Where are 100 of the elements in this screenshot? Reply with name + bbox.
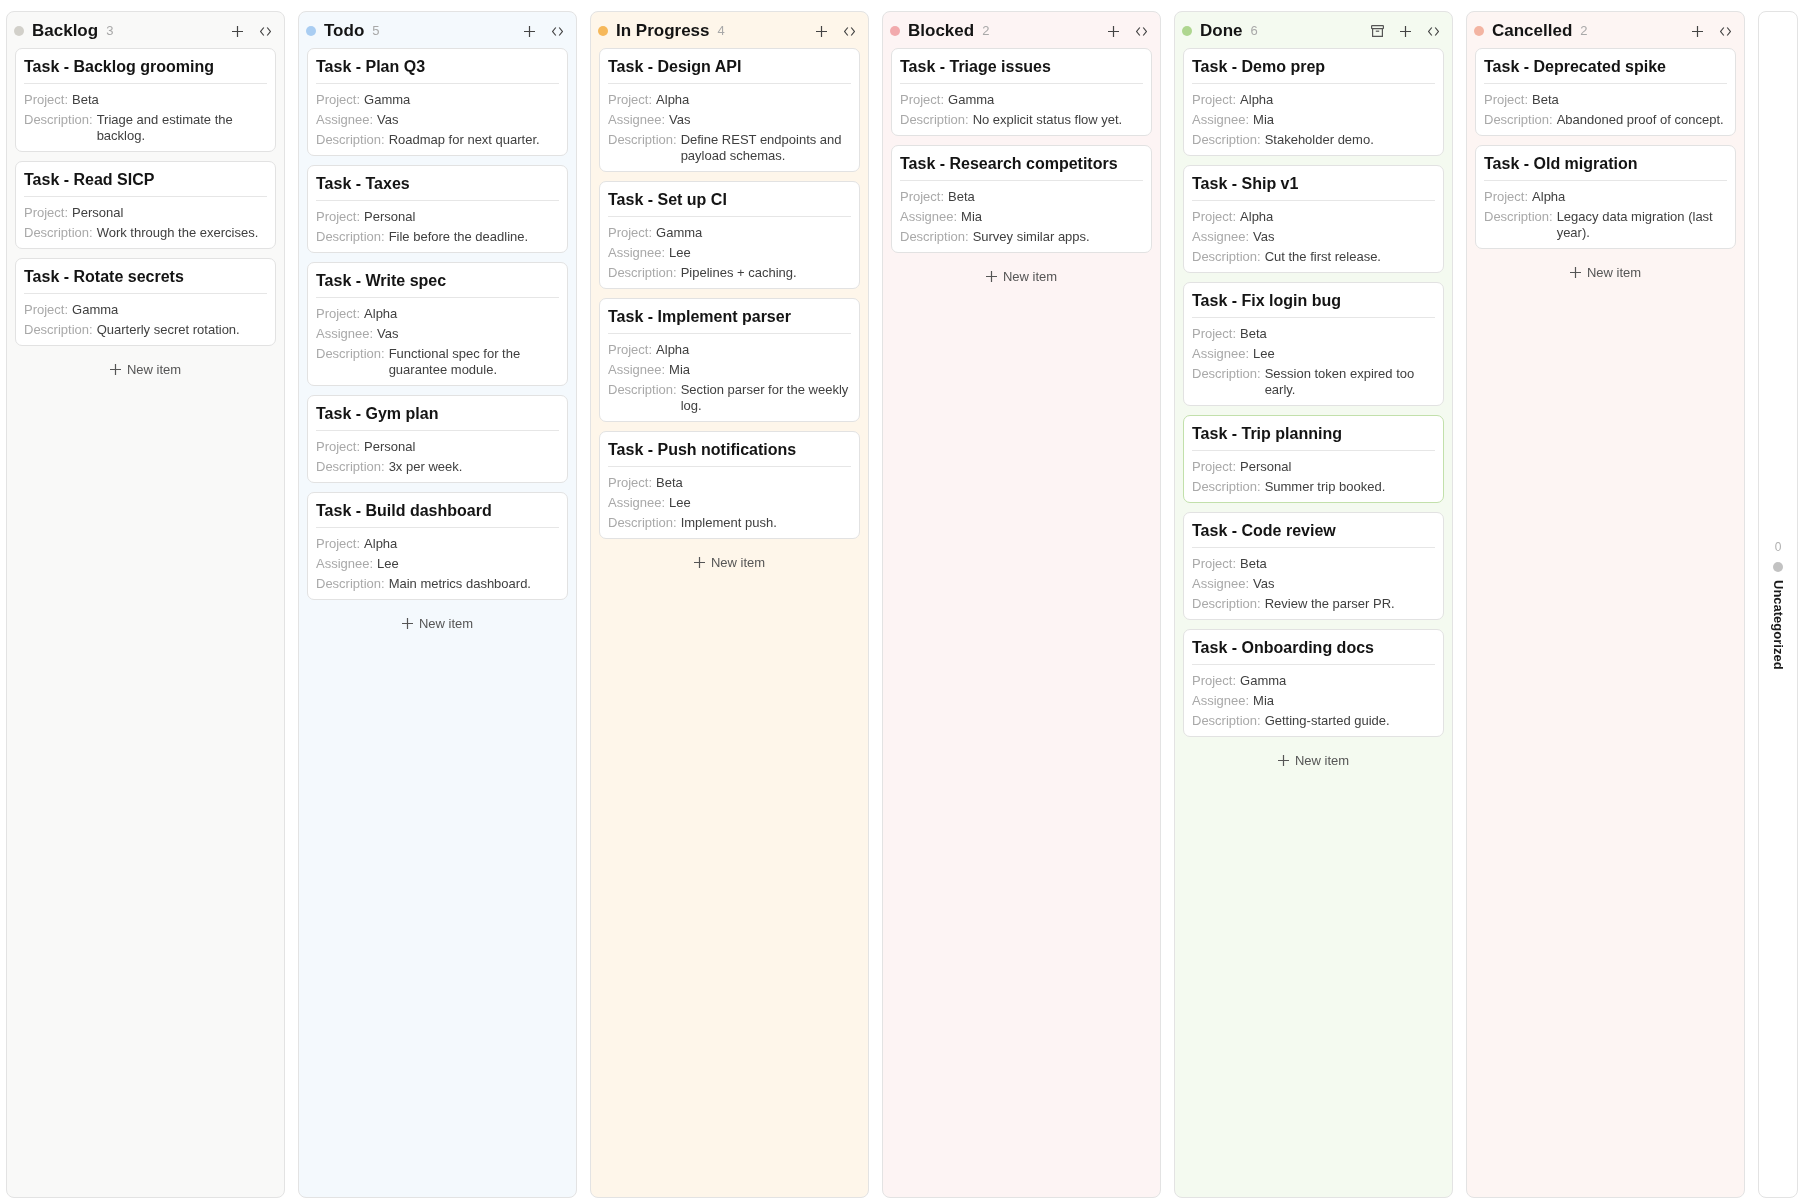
field-label: Project: bbox=[900, 92, 945, 108]
card-title: Task - Code review bbox=[1192, 521, 1337, 541]
field-value: Alpha bbox=[1240, 209, 1274, 225]
field-value: Stakeholder demo. bbox=[1264, 132, 1374, 148]
field-label: Assignee: bbox=[1192, 576, 1250, 592]
task-card[interactable]: Task - Fix login bug Project: Beta Assignee: Lee Description: Session token expired too early. bbox=[1183, 282, 1444, 406]
task-card[interactable]: Task - Implement parser Project: Alpha Assignee: Mia Description: Section parser for the weekly log. bbox=[599, 298, 860, 422]
task-card[interactable]: Task - Plan Q3 Project: Gamma Assignee: Vas Description: Roadmap for next quarter. bbox=[307, 48, 568, 156]
card-title: Task - Write spec bbox=[316, 271, 448, 291]
field-value: Personal bbox=[1240, 459, 1292, 475]
field-value: Personal bbox=[72, 205, 124, 221]
field-label: Description: bbox=[316, 346, 385, 362]
task-card[interactable]: Task - Triage issues Project: Gamma Description: No explicit status flow yet. bbox=[891, 48, 1152, 136]
task-card[interactable]: Task - Demo prep Project: Alpha Assignee: Mia Description: Stakeholder demo. bbox=[1183, 48, 1444, 156]
new-item-button[interactable]: New item bbox=[1269, 746, 1358, 774]
new-item-button[interactable]: New item bbox=[1561, 258, 1650, 286]
field-label: Assignee: bbox=[1192, 112, 1250, 128]
field-value: Getting-started guide. bbox=[1264, 713, 1390, 729]
task-card[interactable]: Task - Push notifications Project: Beta Assignee: Lee Description: Implement push. bbox=[599, 431, 860, 539]
field-value: Personal bbox=[364, 439, 416, 455]
field-label: Project: bbox=[608, 475, 653, 491]
field-value: Main metrics dashboard. bbox=[388, 576, 531, 592]
item-count: 2 bbox=[1580, 22, 1588, 40]
field-value: Beta bbox=[1240, 326, 1267, 342]
column-title: Done bbox=[1200, 20, 1243, 42]
task-card[interactable]: Task - Backlog grooming Project: Beta Description: Triage and estimate the backlog. bbox=[15, 48, 276, 152]
field-label: Assignee: bbox=[1192, 693, 1250, 709]
field-label: Project: bbox=[900, 189, 945, 205]
task-card[interactable]: Task - Old migration Project: Alpha Description: Legacy data migration (last year). bbox=[1475, 145, 1736, 249]
task-card[interactable]: Task - Onboarding docs Project: Gamma Assignee: Mia Description: Getting-started guide. bbox=[1183, 629, 1444, 737]
task-card[interactable]: Task - Taxes Project: Personal Description: File before the deadline. bbox=[307, 165, 568, 253]
task-card[interactable]: Task - Write spec Project: Alpha Assignee: Vas Description: Functional spec for the guarantee module. bbox=[307, 262, 568, 386]
task-card[interactable]: Task - Rotate secrets Project: Gamma Description: Quarterly secret rotation. bbox=[15, 258, 276, 346]
field-label: Description: bbox=[1192, 366, 1261, 382]
field-label: Project: bbox=[316, 209, 361, 225]
plus-icon bbox=[985, 270, 997, 282]
field-label: Assignee: bbox=[1192, 346, 1250, 362]
card-title: Task - Taxes bbox=[316, 174, 411, 194]
field-value: Gamma bbox=[364, 92, 411, 108]
field-label: Description: bbox=[608, 515, 677, 531]
task-card[interactable]: Task - Ship v1 Project: Alpha Assignee: Vas Description: Cut the first release. bbox=[1183, 165, 1444, 273]
field-value: Alpha bbox=[364, 536, 398, 552]
new-item-button[interactable]: New item bbox=[977, 262, 1066, 290]
field-label: Project: bbox=[608, 92, 653, 108]
item-count: 6 bbox=[1250, 22, 1258, 40]
card-title: Task - Demo prep bbox=[1192, 57, 1327, 77]
field-value: Cut the first release. bbox=[1264, 249, 1381, 265]
field-value: Work through the exercises. bbox=[96, 225, 259, 241]
card-title: Task - Design API bbox=[608, 57, 743, 77]
task-card[interactable]: Task - Set up CI Project: Gamma Assignee: Lee Description: Pipelines + caching. bbox=[599, 181, 860, 289]
field-label: Project: bbox=[1192, 92, 1237, 108]
field-value: Define REST endpoints and payload schemas. bbox=[680, 132, 843, 164]
task-card[interactable]: Task - Read SICP Project: Personal Description: Work through the exercises. bbox=[15, 161, 276, 249]
plus-icon bbox=[109, 363, 121, 375]
column-title: Blocked bbox=[908, 20, 975, 42]
field-label: Project: bbox=[1192, 556, 1237, 572]
task-card[interactable]: Task - Deprecated spike Project: Beta Description: Abandoned proof of concept. bbox=[1475, 48, 1736, 136]
field-value: Section parser for the weekly log. bbox=[680, 382, 850, 414]
new-item-button[interactable]: New item bbox=[685, 548, 774, 576]
new-item-button[interactable]: New item bbox=[393, 609, 482, 637]
field-label: Project: bbox=[1192, 209, 1237, 225]
field-value: Beta bbox=[72, 92, 99, 108]
chevrons-icon bbox=[843, 26, 855, 36]
field-value: Vas bbox=[669, 112, 691, 128]
new-item-button[interactable]: New item bbox=[101, 355, 190, 383]
task-card[interactable]: Task - Code review Project: Beta Assignee: Vas Description: Review the parser PR. bbox=[1183, 512, 1444, 620]
field-label: Assignee: bbox=[608, 245, 666, 261]
task-card[interactable]: Task - Trip planning Project: Personal Description: Summer trip booked. bbox=[1183, 415, 1444, 503]
field-label: Description: bbox=[316, 229, 385, 245]
card-title: Task - Gym plan bbox=[316, 404, 440, 424]
card-title: Task - Trip planning bbox=[1192, 424, 1343, 444]
card-title: Task - Fix login bug bbox=[1192, 291, 1343, 311]
field-label: Description: bbox=[1192, 132, 1261, 148]
field-value: Lee bbox=[669, 245, 691, 261]
item-count: 2 bbox=[982, 22, 990, 40]
item-count: 3 bbox=[106, 22, 114, 40]
task-card[interactable]: Task - Design API Project: Alpha Assignee: Vas Description: Define REST endpoints and payload schemas. bbox=[599, 48, 860, 172]
card-title: Task - Research competitors bbox=[900, 154, 1119, 174]
field-value: Alpha bbox=[656, 92, 690, 108]
field-label: Description: bbox=[24, 112, 93, 128]
column-title: In Progress bbox=[616, 20, 710, 42]
field-label: Description: bbox=[1192, 596, 1261, 612]
field-label: Description: bbox=[1192, 713, 1261, 729]
task-card[interactable]: Task - Gym plan Project: Personal Description: 3x per week. bbox=[307, 395, 568, 483]
field-value: Gamma bbox=[948, 92, 995, 108]
field-label: Description: bbox=[1484, 112, 1553, 128]
archive-icon bbox=[1370, 25, 1384, 37]
field-value: Gamma bbox=[72, 302, 119, 318]
field-value: Vas bbox=[1253, 229, 1275, 245]
field-label: Description: bbox=[1192, 479, 1261, 495]
field-label: Assignee: bbox=[608, 495, 666, 511]
field-value: Summer trip booked. bbox=[1264, 479, 1386, 495]
chevrons-icon bbox=[259, 26, 271, 36]
field-value: Vas bbox=[377, 112, 399, 128]
task-card[interactable]: Task - Build dashboard Project: Alpha Assignee: Lee Description: Main metrics dashboard. bbox=[307, 492, 568, 600]
field-value: Lee bbox=[669, 495, 691, 511]
column-title: Backlog bbox=[32, 20, 99, 42]
field-value: Beta bbox=[1240, 556, 1267, 572]
task-card[interactable]: Task - Research competitors Project: Beta Assignee: Mia Description: Survey similar apps. bbox=[891, 145, 1152, 253]
field-value: Beta bbox=[1532, 92, 1559, 108]
